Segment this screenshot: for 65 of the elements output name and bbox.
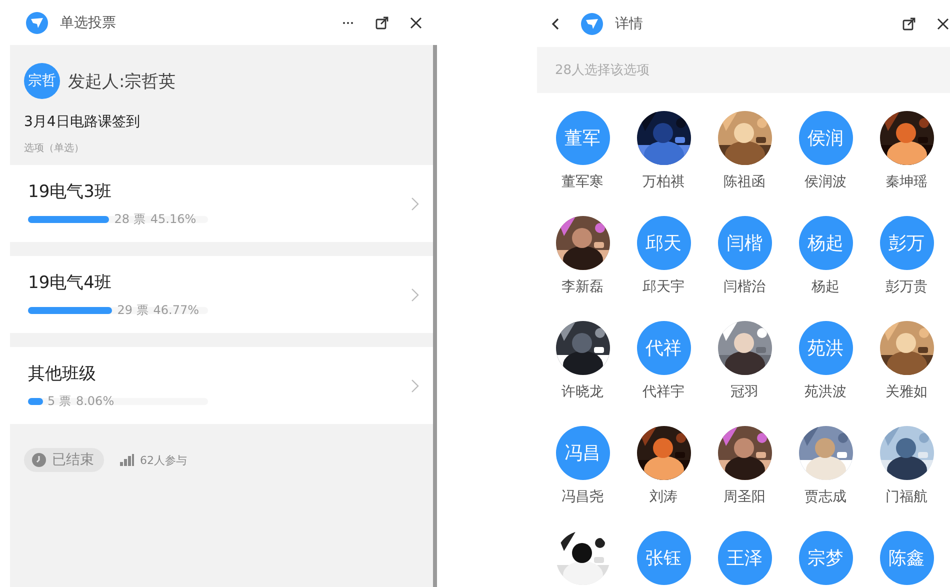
avatar[interactable]: 邱天 bbox=[636, 216, 690, 270]
option-card[interactable]: 19电气3班 28 票 45.16% bbox=[10, 165, 433, 242]
avatar[interactable]: 杨起 bbox=[798, 216, 852, 270]
avatar[interactable]: 代祥 bbox=[636, 321, 690, 375]
vote-percent: 45.16% bbox=[150, 212, 196, 226]
window-title: 单选投票 bbox=[60, 14, 117, 32]
avatar[interactable]: 陈鑫 bbox=[880, 531, 934, 585]
avatar[interactable]: 张钰 bbox=[636, 531, 690, 585]
voter-name: 彭万贵 bbox=[886, 278, 928, 296]
vote-topic: 3月4日电路课签到 bbox=[24, 113, 141, 131]
avatar[interactable]: 王泽 bbox=[718, 531, 772, 585]
voter-name: 冠羽 bbox=[730, 383, 758, 401]
voter-name: 刘涛 bbox=[650, 488, 678, 506]
voter-name: 闫楷治 bbox=[724, 278, 766, 296]
voter-name: 李新磊 bbox=[562, 278, 604, 296]
chevron-icon bbox=[411, 378, 419, 392]
option-card[interactable]: 19电气4班 29 票 46.77% bbox=[10, 256, 433, 333]
voter-name: 代祥宇 bbox=[642, 383, 684, 401]
voter-name: 万柏祺 bbox=[642, 173, 684, 191]
vote-percent: 46.77% bbox=[153, 303, 200, 317]
avatar[interactable]: 彭万 bbox=[880, 216, 934, 270]
chevron-icon bbox=[411, 196, 419, 210]
avatar[interactable]: 董军 bbox=[556, 111, 610, 165]
avatar[interactable]: 宗梦 bbox=[798, 531, 852, 585]
popout-icon[interactable] bbox=[902, 16, 916, 30]
avatar[interactable]: 闫楷 bbox=[718, 216, 772, 270]
voter-name: 陈祖函 bbox=[724, 173, 766, 191]
status-text: 已结束 bbox=[52, 451, 94, 469]
vote-count: 28 票 bbox=[114, 210, 146, 228]
voter-name: 周圣阳 bbox=[724, 488, 766, 506]
voter-name: 杨起 bbox=[812, 278, 840, 296]
close-icon[interactable] bbox=[936, 16, 950, 30]
voter-name: 苑洪波 bbox=[804, 383, 846, 401]
chevron-icon bbox=[411, 288, 419, 302]
avatar[interactable]: 苑洪 bbox=[798, 321, 852, 375]
voter-name: 侯润波 bbox=[804, 173, 846, 191]
vote-count: 5 票 bbox=[48, 392, 71, 410]
vote-count: 29 票 bbox=[117, 302, 148, 318]
voter-name: 许晓龙 bbox=[562, 383, 604, 401]
option-label: 19电气3班 bbox=[28, 180, 112, 202]
avatar[interactable]: 侯润 bbox=[798, 111, 852, 165]
option-label: 其他班级 bbox=[28, 362, 97, 384]
voter-name: 邱天宇 bbox=[642, 278, 684, 296]
voter-name: 关雅如 bbox=[886, 383, 928, 401]
voter-name: 冯昌尧 bbox=[562, 488, 604, 506]
app-logo-icon bbox=[26, 12, 48, 34]
avatar: 宗哲 bbox=[24, 63, 60, 99]
app-logo-icon bbox=[581, 12, 603, 34]
clock-icon bbox=[32, 453, 46, 467]
vote-percent: 8.06% bbox=[76, 394, 114, 408]
avatar[interactable]: 冯昌 bbox=[556, 426, 610, 480]
popout-icon[interactable] bbox=[375, 16, 389, 30]
voter-name: 秦坤瑶 bbox=[886, 173, 928, 191]
option-card[interactable]: 其他班级 5 票 8.06% bbox=[10, 347, 433, 424]
bar-chart-icon bbox=[120, 454, 134, 466]
voter-name: 董军寒 bbox=[562, 173, 604, 191]
option-label: 19电气4班 bbox=[28, 272, 112, 294]
window-title: 详情 bbox=[615, 14, 644, 32]
voter-name: 门福航 bbox=[886, 488, 928, 506]
participants-count: 62人参与 bbox=[140, 452, 187, 468]
voter-name: 贾志成 bbox=[804, 488, 846, 506]
summary-text: 28人选择该选项 bbox=[537, 47, 950, 93]
option-type-label: 选项（单选） bbox=[24, 142, 85, 155]
close-icon[interactable] bbox=[409, 16, 423, 30]
creator-label: 发起人:宗哲英 bbox=[68, 70, 176, 92]
